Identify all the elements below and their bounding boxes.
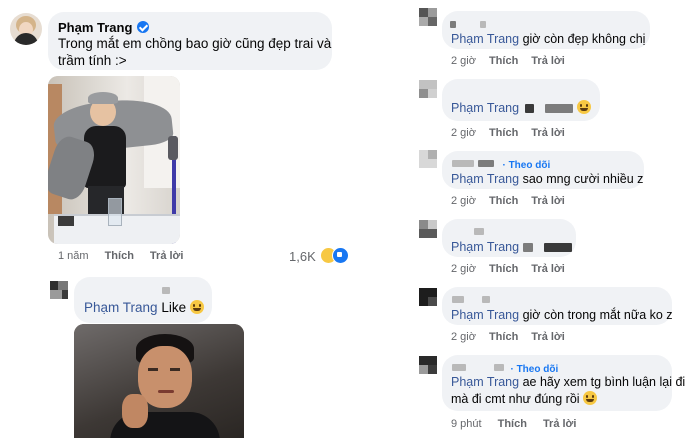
author-avatar[interactable] (10, 13, 42, 45)
comment-reply-button[interactable]: Trả lời (531, 263, 565, 275)
comment-actions: 2 giờ Thích Trả lời (451, 127, 565, 139)
comment-mention[interactable]: Phạm Trang (451, 308, 519, 322)
reply-text: Like (161, 300, 187, 315)
post-actions: 1 năm Thích Trả lời (58, 250, 183, 262)
comment-bubble-6: · Theo dõi Phạm Trang ae hãy xem tg bình… (442, 355, 685, 411)
comment-time: 2 giờ (451, 127, 476, 139)
post-text-line2: trầm tính :> (58, 53, 127, 68)
comment-mention[interactable]: Phạm Trang (451, 240, 519, 254)
comment-time: 9 phút (451, 418, 482, 430)
comment-time: 2 giờ (451, 195, 476, 207)
comment-reply-button[interactable]: Trả lời (543, 418, 577, 430)
verified-badge-icon (136, 21, 149, 33)
comment-like-button[interactable]: Thích (489, 127, 518, 139)
comment-mention[interactable]: Phạm Trang (451, 172, 519, 186)
comment-mention[interactable]: Phạm Trang (451, 375, 519, 389)
comment-bubble-5: Phạm Trang giờ còn trong mắt nữa ko z (442, 287, 673, 325)
post-reply-button[interactable]: Trả lời (150, 250, 184, 262)
comment-actions: 2 giờ Thích Trả lời (451, 331, 565, 343)
reply-avatar[interactable] (50, 281, 68, 299)
reaction-count: 1,6K (289, 249, 316, 264)
comment-time: 2 giờ (451, 331, 476, 343)
comment-time: 2 giờ (451, 55, 476, 67)
comment-bubble-2: Phạm Trang (442, 79, 600, 121)
reply-photo[interactable] (74, 324, 244, 438)
comment-time: 2 giờ (451, 263, 476, 275)
post-text-line1: Trong mắt em chồng bao giờ cũng đẹp trai… (58, 36, 332, 51)
comment-reply-button[interactable]: Trả lời (531, 331, 565, 343)
reply-bubble: Phạm Trang Like (74, 277, 212, 323)
author-name[interactable]: Phạm Trang (58, 20, 132, 35)
comment-like-button[interactable]: Thích (498, 418, 527, 430)
comment-avatar[interactable] (419, 8, 437, 26)
reply-mention[interactable]: Phạm Trang (84, 300, 158, 315)
comment-like-button[interactable]: Thích (489, 55, 518, 67)
like-reaction-icon (332, 247, 350, 264)
post-photo[interactable] (48, 76, 180, 244)
comment-avatar[interactable] (419, 356, 437, 374)
comment-like-button[interactable]: Thích (489, 195, 518, 207)
post-like-button[interactable]: Thích (105, 250, 134, 262)
relieved-emoji-icon (583, 391, 598, 405)
smile-emoji-icon (189, 300, 204, 314)
comment-bubble-1: Phạm Trang giờ còn đẹp không chị (442, 11, 650, 49)
comment-avatar[interactable] (419, 288, 437, 306)
comment-reply-button[interactable]: Trả lời (531, 127, 565, 139)
reaction-summary[interactable]: 1,6K (289, 247, 350, 264)
comment-reply-button[interactable]: Trả lời (531, 55, 565, 67)
comment-avatar[interactable] (419, 80, 437, 98)
comment-mention[interactable]: Phạm Trang (451, 101, 519, 115)
comment-actions: 2 giờ Thích Trả lời (451, 195, 565, 207)
comment-bubble-3: · Theo dõi Phạm Trang sao mng cười nhiều… (442, 151, 644, 189)
comment-actions: 2 giờ Thích Trả lời (451, 55, 565, 67)
comment-reply-button[interactable]: Trả lời (531, 195, 565, 207)
comment-mention[interactable]: Phạm Trang (451, 32, 519, 46)
comment-text: sao mng cười nhiều z (522, 172, 644, 186)
post-time: 1 năm (58, 250, 89, 262)
comment-text: giờ còn trong mắt nữa ko z (522, 308, 673, 322)
comment-like-button[interactable]: Thích (489, 331, 518, 343)
comment-text-line2: mà đi cmt như đúng rồi (451, 392, 580, 406)
comment-actions: 9 phút Thích Trả lời (451, 418, 576, 430)
comment-text: ae hãy xem tg bình luận lại đi (522, 375, 686, 389)
laughing-emoji-icon (576, 100, 591, 114)
comment-bubble-4: Phạm Trang (442, 219, 576, 257)
comment-avatar[interactable] (419, 220, 437, 238)
comment-avatar[interactable] (419, 150, 437, 168)
comment-actions: 2 giờ Thích Trả lời (451, 263, 565, 275)
comment-like-button[interactable]: Thích (489, 263, 518, 275)
post-bubble: Phạm Trang Trong mắt em chồng bao giờ cũ… (48, 12, 332, 70)
comment-text: giờ còn đẹp không chị (522, 32, 646, 46)
